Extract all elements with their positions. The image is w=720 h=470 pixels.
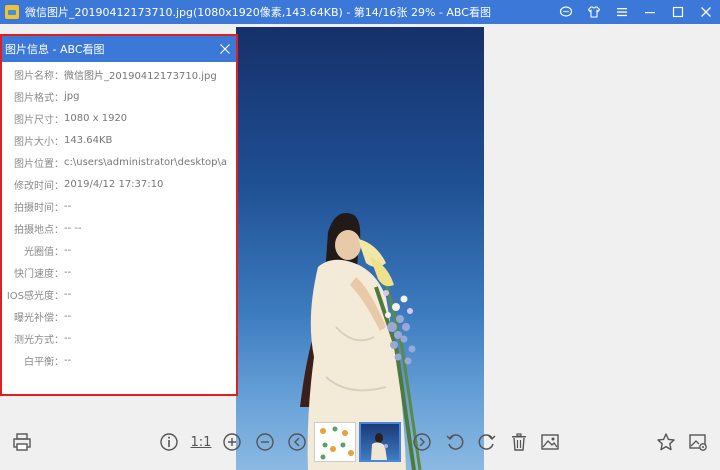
info-label: 图片尺寸： (14, 114, 64, 126)
image-info-panel: 图片信息 - ABC看图 图片名称： 微信图片_20190412173710.jp… (0, 34, 238, 396)
info-row: 图片名称： 微信图片_20190412173710.jpg (2, 63, 236, 85)
app-logo-icon (5, 5, 19, 19)
info-value: c:\users\administrator\desktop\a (64, 156, 228, 168)
info-row: IOS感光度： -- (2, 283, 236, 305)
info-label: IOS感光度： (6, 290, 64, 302)
info-value: -- (64, 288, 72, 300)
maximize-icon[interactable] (664, 0, 692, 24)
next-icon[interactable] (410, 430, 434, 454)
info-value: -- (64, 244, 72, 256)
zoom-in-icon[interactable] (220, 430, 244, 454)
info-label: 修改时间： (14, 180, 64, 192)
info-value: -- (64, 310, 72, 322)
info-list: 图片名称： 微信图片_20190412173710.jpg 图片格式： jpg 图片… (2, 62, 236, 371)
info-label: 拍摄地点： (14, 224, 64, 236)
image-settings-icon[interactable] (686, 430, 710, 454)
print-icon[interactable] (10, 430, 34, 454)
trash-icon[interactable] (507, 430, 531, 454)
info-panel-title: 图片信息 - ABC看图 (5, 43, 105, 56)
info-value: 微信图片_20190412173710.jpg (64, 70, 217, 82)
info-row: 修改时间： 2019/4/12 17:37:10 (2, 173, 236, 195)
info-value: -- -- (64, 222, 82, 234)
thumbnail-prev[interactable] (314, 422, 356, 462)
info-label: 图片位置： (14, 158, 64, 170)
prev-icon[interactable] (285, 430, 309, 454)
info-label: 测光方式： (14, 334, 64, 346)
info-value: -- (64, 266, 72, 278)
info-row: 白平衡： -- (2, 349, 236, 371)
close-icon[interactable] (692, 0, 720, 24)
info-row: 快门速度： -- (2, 261, 236, 283)
minimize-icon[interactable] (636, 0, 664, 24)
title-bar: 微信图片_20190412173710.jpg(1080x1920像素,143.… (0, 0, 720, 24)
info-label: 图片大小： (14, 136, 64, 148)
info-label: 图片格式： (14, 92, 64, 104)
photo-illustration (300, 213, 422, 470)
info-row: 图片尺寸： 1080 x 1920 (2, 107, 236, 129)
main-photo (236, 27, 484, 470)
menu-icon[interactable] (608, 0, 636, 24)
info-icon[interactable] (157, 430, 181, 454)
info-row: 光圈值： -- (2, 239, 236, 261)
info-label: 白平衡： (24, 356, 64, 368)
info-row: 拍摄时间： -- (2, 195, 236, 217)
info-label: 曝光补偿： (14, 312, 64, 324)
info-label: 快门速度： (14, 268, 64, 280)
rotate-left-icon[interactable] (443, 430, 467, 454)
info-value: 2019/4/12 17:37:10 (64, 178, 164, 190)
info-row: 曝光补偿： -- (2, 305, 236, 327)
skin-icon[interactable] (580, 0, 608, 24)
info-label: 图片名称： (14, 70, 64, 82)
info-row: 图片格式： jpg (2, 85, 236, 107)
info-row: 拍摄地点： -- -- (2, 217, 236, 239)
info-value: 143.64KB (64, 134, 113, 146)
bottom-toolbar: 1:1 (0, 420, 720, 470)
window-controls (552, 0, 720, 24)
window-title: 微信图片_20190412173710.jpg(1080x1920像素,143.… (25, 6, 491, 19)
info-row: 测光方式： -- (2, 327, 236, 349)
info-value: jpg (64, 90, 80, 102)
rotate-right-icon[interactable] (475, 430, 499, 454)
star-icon[interactable] (654, 430, 678, 454)
actual-size-button[interactable]: 1:1 (188, 430, 214, 454)
feedback-icon[interactable] (552, 0, 580, 24)
close-icon[interactable] (218, 42, 232, 56)
info-row: 图片位置： c:\users\administrator\desktop\a (2, 151, 236, 173)
info-label: 拍摄时间： (14, 202, 64, 214)
zoom-out-icon[interactable] (253, 430, 277, 454)
image-edit-icon[interactable] (538, 430, 562, 454)
image-viewer[interactable]: 图片信息 - ABC看图 图片名称： 微信图片_20190412173710.jp… (0, 24, 720, 470)
info-value: 1080 x 1920 (64, 112, 128, 124)
info-value: -- (64, 354, 72, 366)
info-row: 图片大小： 143.64KB (2, 129, 236, 151)
info-value: -- (64, 332, 72, 344)
info-panel-header: 图片信息 - ABC看图 (2, 36, 236, 62)
info-value: -- (64, 200, 72, 212)
info-label: 光圈值： (24, 246, 64, 258)
thumbnail-current[interactable] (359, 422, 401, 462)
